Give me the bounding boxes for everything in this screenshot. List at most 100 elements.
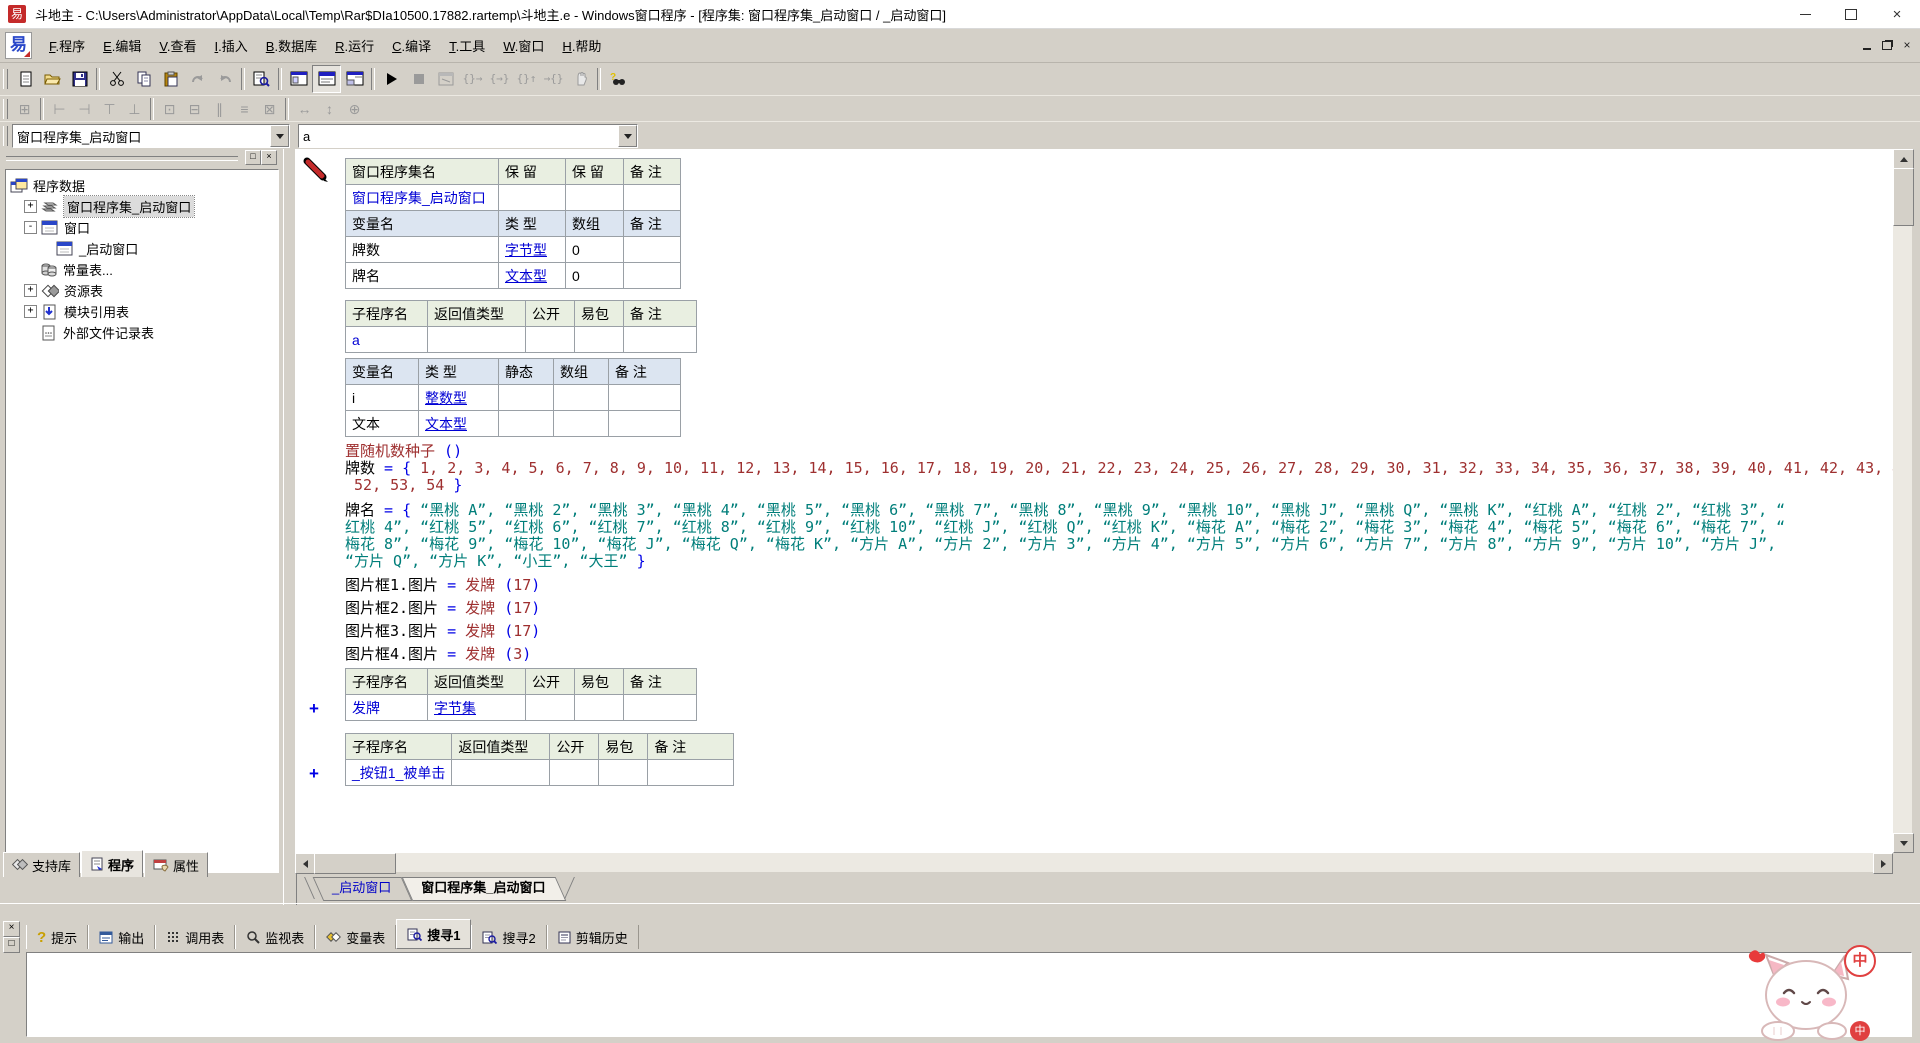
maximize-button[interactable] [1828, 0, 1874, 28]
table-cell[interactable]: 数组 [566, 211, 624, 237]
table-cell[interactable] [648, 760, 734, 786]
code-token[interactable]: ) [522, 645, 531, 663]
table-cell[interactable]: 类 型 [499, 211, 566, 237]
workspace-combo-arrow[interactable] [270, 125, 289, 147]
table-cell[interactable]: 返回值类型 [428, 669, 526, 695]
table-cell[interactable]: 文本型 [499, 263, 566, 289]
code-token[interactable]: ) [531, 576, 540, 594]
code-token[interactable]: 发牌 [465, 622, 495, 640]
table-cell[interactable]: 公开 [550, 734, 599, 760]
expand-sub-fapai-icon[interactable]: + [309, 700, 319, 717]
code-token[interactable]: ( [495, 599, 513, 617]
menu-item[interactable]: W.窗口 [494, 32, 553, 59]
table-cell[interactable]: 备 注 [624, 301, 697, 327]
code-token[interactable]: ) [531, 622, 540, 640]
table-cell[interactable] [566, 185, 624, 211]
table-cell[interactable]: 牌名 [346, 263, 499, 289]
output-float-button[interactable]: □ [3, 937, 20, 953]
table-cell[interactable]: 发牌 [346, 695, 428, 721]
view-code-button[interactable] [312, 65, 341, 93]
tab-window-assembly[interactable]: 窗口程序集_启动窗口 [407, 877, 559, 899]
table-cell[interactable] [624, 185, 681, 211]
table-cell[interactable]: 备 注 [648, 734, 734, 760]
table-cell[interactable]: 保 留 [499, 159, 566, 185]
code-line[interactable]: 梅花 8”, “梅花 9”, “梅花 10”, “梅花 J”, “梅花 Q”, … [345, 536, 1893, 553]
code-token[interactable]: 发牌 [465, 645, 495, 663]
search-combo[interactable]: a [298, 124, 638, 148]
table-cell[interactable]: 公开 [526, 669, 575, 695]
table-cell[interactable]: 变量名 [346, 211, 499, 237]
code-token[interactable]: = [447, 622, 465, 640]
tab-watch-table[interactable]: 监视表 [235, 925, 315, 949]
table-cell[interactable]: 字节型 [499, 237, 566, 263]
table-cell[interactable] [428, 327, 526, 353]
code-line[interactable]: 52, 53, 54 } [345, 477, 1893, 494]
paste-button[interactable] [157, 66, 184, 92]
code-line[interactable]: 图片框3.图片 = 发牌 (17) [345, 623, 1893, 640]
code-token[interactable]: 3 [513, 645, 522, 663]
workspace-combo[interactable]: 窗口程序集_启动窗口 [12, 124, 290, 148]
menu-item[interactable]: B.数据库 [257, 32, 326, 59]
menu-item[interactable]: C.编译 [383, 32, 440, 59]
table-cell[interactable]: 子程序名 [346, 734, 452, 760]
code-token[interactable]: 发牌 [465, 576, 495, 594]
table-cell[interactable]: 易包 [575, 301, 624, 327]
toolbar-grip[interactable] [3, 99, 8, 119]
table-cell[interactable]: 保 留 [566, 159, 624, 185]
open-file-button[interactable] [39, 66, 66, 92]
code-line[interactable]: 牌数 = { 1, 2, 3, 4, 5, 6, 7, 8, 9, 10, 11… [345, 460, 1893, 477]
table-cell[interactable]: 整数型 [419, 385, 499, 411]
table-cell[interactable]: 0 [566, 263, 624, 289]
table-cell[interactable] [624, 695, 697, 721]
code-line[interactable]: 红桃 4”, “红桃 5”, “红桃 6”, “红桃 7”, “红桃 8”, “… [345, 519, 1893, 536]
tree-item-window-assembly[interactable]: + 窗口程序集_启动窗口 [10, 196, 276, 217]
tab-program[interactable]: 程序 [81, 850, 143, 877]
table-cell[interactable] [575, 695, 624, 721]
toolbar-grip[interactable] [3, 69, 8, 89]
table-cell[interactable] [550, 760, 599, 786]
table-cell[interactable] [526, 695, 575, 721]
panel-drag-handle[interactable] [6, 156, 238, 161]
close-button[interactable]: × [1874, 0, 1920, 28]
table-cell[interactable] [554, 411, 609, 437]
table-cell[interactable]: 0 [566, 237, 624, 263]
search-combo-arrow[interactable] [618, 125, 637, 147]
code-line[interactable]: 图片框2.图片 = 发牌 (17) [345, 600, 1893, 617]
code-token[interactable]: 牌名 [345, 501, 384, 519]
table-cell[interactable]: 窗口程序集名 [346, 159, 499, 185]
table-cell[interactable]: 文本 [346, 411, 419, 437]
table-cell[interactable]: a [346, 327, 428, 353]
code-line[interactable]: 图片框1.图片 = 发牌 (17) [345, 577, 1893, 594]
code-token[interactable]: ) [531, 599, 540, 617]
tree-item-resource-table[interactable]: + 资源表 [10, 280, 276, 301]
table-cell[interactable]: 文本型 [419, 411, 499, 437]
tab-support-libs[interactable]: 支持库 [3, 852, 80, 877]
code-token[interactable]: = [447, 599, 465, 617]
code-line[interactable]: 图片框4.图片 = 发牌 (3) [345, 646, 1893, 663]
code-token[interactable]: 梅花 8”, “梅花 9”, “梅花 10”, “梅花 J”, “梅花 Q”, … [345, 535, 1776, 553]
cut-button[interactable] [103, 66, 130, 92]
code-token[interactable]: 图片框2.图片 [345, 599, 447, 617]
horizontal-scrollbar[interactable] [295, 853, 1893, 872]
code-token[interactable]: } [453, 476, 462, 494]
code-token[interactable]: 17 [513, 599, 531, 617]
code-token[interactable]: = [384, 459, 402, 477]
minimize-button[interactable] [1782, 0, 1828, 28]
mdi-minimize-button[interactable] [1858, 37, 1876, 53]
tab-output[interactable]: 输出 [88, 925, 155, 949]
menu-item[interactable]: V.查看 [150, 32, 205, 59]
code-token[interactable]: 图片框4.图片 [345, 645, 447, 663]
table-cell[interactable]: 类 型 [419, 359, 499, 385]
ime-mini-badge[interactable]: 中 [1850, 1021, 1870, 1041]
table-cell[interactable]: 备 注 [624, 159, 681, 185]
tree-item-program-data[interactable]: 程序数据 [10, 175, 276, 196]
code-token[interactable]: () [435, 442, 462, 460]
scroll-down-button[interactable] [1893, 833, 1914, 853]
code-token[interactable]: 图片框1.图片 [345, 576, 447, 594]
new-file-button[interactable] [12, 66, 39, 92]
table-cell[interactable]: i [346, 385, 419, 411]
menu-item[interactable]: R.运行 [326, 32, 383, 59]
panel-close-button[interactable]: × [261, 150, 277, 165]
tab-startup-window[interactable]: _启动窗口 [318, 877, 405, 899]
table-cell[interactable] [452, 760, 550, 786]
